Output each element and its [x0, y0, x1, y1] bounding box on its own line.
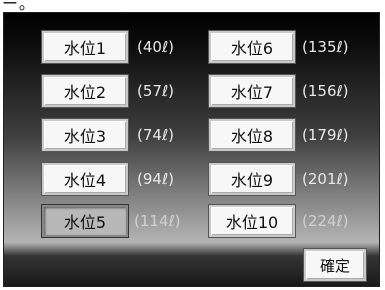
- water-level-10-volume: (224ℓ): [302, 212, 349, 230]
- water-level-2-button[interactable]: 水位2: [42, 75, 128, 107]
- water-level-4-button[interactable]: 水位4: [42, 163, 128, 195]
- water-level-8-volume: (179ℓ): [302, 126, 349, 144]
- confirm-button[interactable]: 確定: [304, 249, 366, 281]
- water-level-5-volume: (114ℓ): [134, 212, 181, 230]
- water-level-5-button[interactable]: 水位5: [42, 205, 128, 237]
- water-level-7-volume: (156ℓ): [302, 82, 349, 100]
- water-level-8-button[interactable]: 水位8: [209, 119, 295, 151]
- water-level-9-button[interactable]: 水位9: [209, 163, 295, 195]
- water-level-6-volume: (135ℓ): [302, 38, 349, 56]
- water-level-6-button[interactable]: 水位6: [209, 31, 295, 63]
- water-level-2-volume: (57ℓ): [137, 82, 174, 100]
- water-level-7-button[interactable]: 水位7: [209, 75, 295, 107]
- water-level-10-button[interactable]: 水位10: [209, 205, 295, 237]
- water-level-panel: 水位1 (40ℓ) 水位2 (57ℓ) 水位3 (74ℓ) 水位4 (94ℓ) …: [3, 12, 380, 287]
- water-level-1-button[interactable]: 水位1: [42, 31, 128, 63]
- water-level-4-volume: (94ℓ): [137, 170, 174, 188]
- water-level-3-button[interactable]: 水位3: [42, 119, 128, 151]
- water-level-3-volume: (74ℓ): [137, 126, 174, 144]
- water-level-9-volume: (201ℓ): [302, 170, 349, 188]
- water-level-1-volume: (40ℓ): [137, 38, 174, 56]
